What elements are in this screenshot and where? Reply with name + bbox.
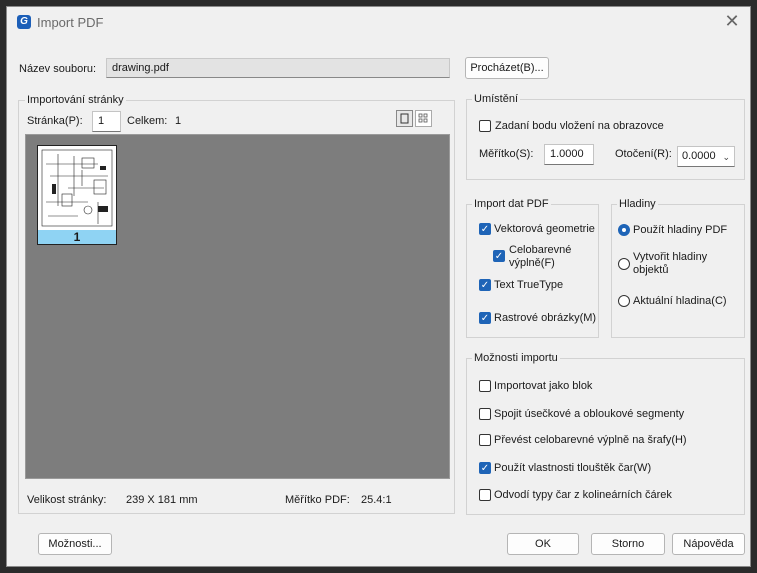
title-bar: G Import PDF ✕ — [7, 7, 750, 37]
file-name-field: drawing.pdf — [106, 58, 450, 78]
single-page-view-icon[interactable] — [396, 110, 413, 127]
layers-group-title: Hladiny — [617, 198, 658, 210]
lineweight-checkbox[interactable]: ✓ — [479, 462, 491, 474]
placement-group-title: Umístění — [472, 93, 521, 105]
import-as-block-label: Importovat jako blok — [494, 380, 593, 392]
browse-button[interactable]: Procházet(B)... — [465, 57, 549, 79]
infer-linetypes-checkbox[interactable] — [479, 489, 491, 501]
lineweight-label: Použít vlastnosti tlouštěk čar(W) — [494, 462, 652, 474]
raster-images-checkbox[interactable]: ✓ — [479, 312, 491, 324]
page-input[interactable]: 1 — [92, 111, 121, 132]
rotation-value: 0.0000 — [682, 150, 716, 162]
grid-view-icon[interactable] — [415, 110, 432, 127]
create-object-layers-label: Vytvořit hladiny objektů — [633, 251, 707, 277]
ok-button[interactable]: OK — [507, 533, 579, 555]
page-drawing-preview — [38, 146, 116, 230]
import-options-group-title: Možnosti importu — [472, 352, 560, 364]
current-layer-radio[interactable] — [618, 295, 630, 307]
file-name-label: Název souboru: — [19, 63, 97, 75]
page-thumbnail-label: 1 — [38, 230, 116, 244]
infer-linetypes-label: Odvodí typy čar z kolineárních čárek — [494, 489, 672, 501]
convert-fills-checkbox[interactable] — [479, 434, 491, 446]
raster-images-label: Rastrové obrázky(M) — [494, 312, 597, 324]
solid-fills-label-line2: výplně(F) — [509, 257, 555, 269]
pdf-data-group-title: Import dat PDF — [472, 198, 551, 210]
insertion-point-label: Zadaní bodu vložení na obrazovce — [495, 120, 664, 132]
insertion-point-checkbox[interactable] — [479, 120, 491, 132]
create-object-layers-label-line2: objektů — [633, 264, 669, 276]
placement-group — [466, 99, 745, 180]
vector-geometry-checkbox[interactable]: ✓ — [479, 223, 491, 235]
rotation-label: Otočení(R): — [615, 148, 672, 160]
pdf-scale-label: Měřítko PDF: — [285, 494, 350, 506]
scale-input[interactable]: 1.0000 — [544, 144, 594, 165]
import-page-group-title: Importování stránky — [25, 94, 126, 106]
use-pdf-layers-radio[interactable] — [618, 224, 630, 236]
close-icon[interactable]: ✕ — [722, 11, 742, 31]
page-size-label: Velikost stránky: — [27, 494, 107, 506]
import-as-block-checkbox[interactable] — [479, 380, 491, 392]
dialog-title: Import PDF — [37, 15, 104, 30]
import-pdf-dialog: G Import PDF ✕ Název souboru: drawing.pd… — [6, 6, 751, 567]
truetype-text-label: Text TrueType — [494, 279, 564, 291]
pdf-scale-value: 25.4:1 — [361, 494, 392, 506]
app-logo-icon: G — [17, 15, 31, 29]
total-label: Celkem: — [127, 115, 168, 127]
create-object-layers-label-line1: Vytvořit hladiny — [633, 251, 708, 263]
use-pdf-layers-label: Použít hladiny PDF — [633, 224, 728, 236]
page-thumbnail[interactable]: 1 — [37, 145, 117, 245]
solid-fills-label: Celobarevné výplně(F) — [509, 244, 571, 270]
cancel-button[interactable]: Storno — [591, 533, 665, 555]
rotation-select[interactable]: 0.0000 ⌄ — [677, 146, 735, 167]
solid-fills-label-line1: Celobarevné — [509, 244, 572, 256]
page-preview-area: 1 — [25, 134, 450, 479]
join-segments-checkbox[interactable] — [479, 408, 491, 420]
truetype-text-checkbox[interactable]: ✓ — [479, 279, 491, 291]
convert-fills-label: Převést celobarevné výplně na šrafy(H) — [494, 434, 687, 446]
page-size-value: 239 X 181 mm — [126, 494, 198, 506]
options-button[interactable]: Možnosti... — [38, 533, 112, 555]
solid-fills-checkbox[interactable]: ✓ — [493, 250, 505, 262]
chevron-down-icon: ⌄ — [722, 152, 730, 162]
help-button[interactable]: Nápověda — [672, 533, 745, 555]
current-layer-label: Aktuální hladina(C) — [633, 295, 727, 307]
create-object-layers-radio[interactable] — [618, 258, 630, 270]
page-label: Stránka(P): — [27, 115, 83, 127]
join-segments-label: Spojit úsečkové a obloukové segmenty — [494, 408, 685, 420]
scale-label: Měřítko(S): — [479, 148, 534, 160]
total-value: 1 — [175, 115, 182, 127]
vector-geometry-label: Vektorová geometrie — [494, 223, 595, 235]
